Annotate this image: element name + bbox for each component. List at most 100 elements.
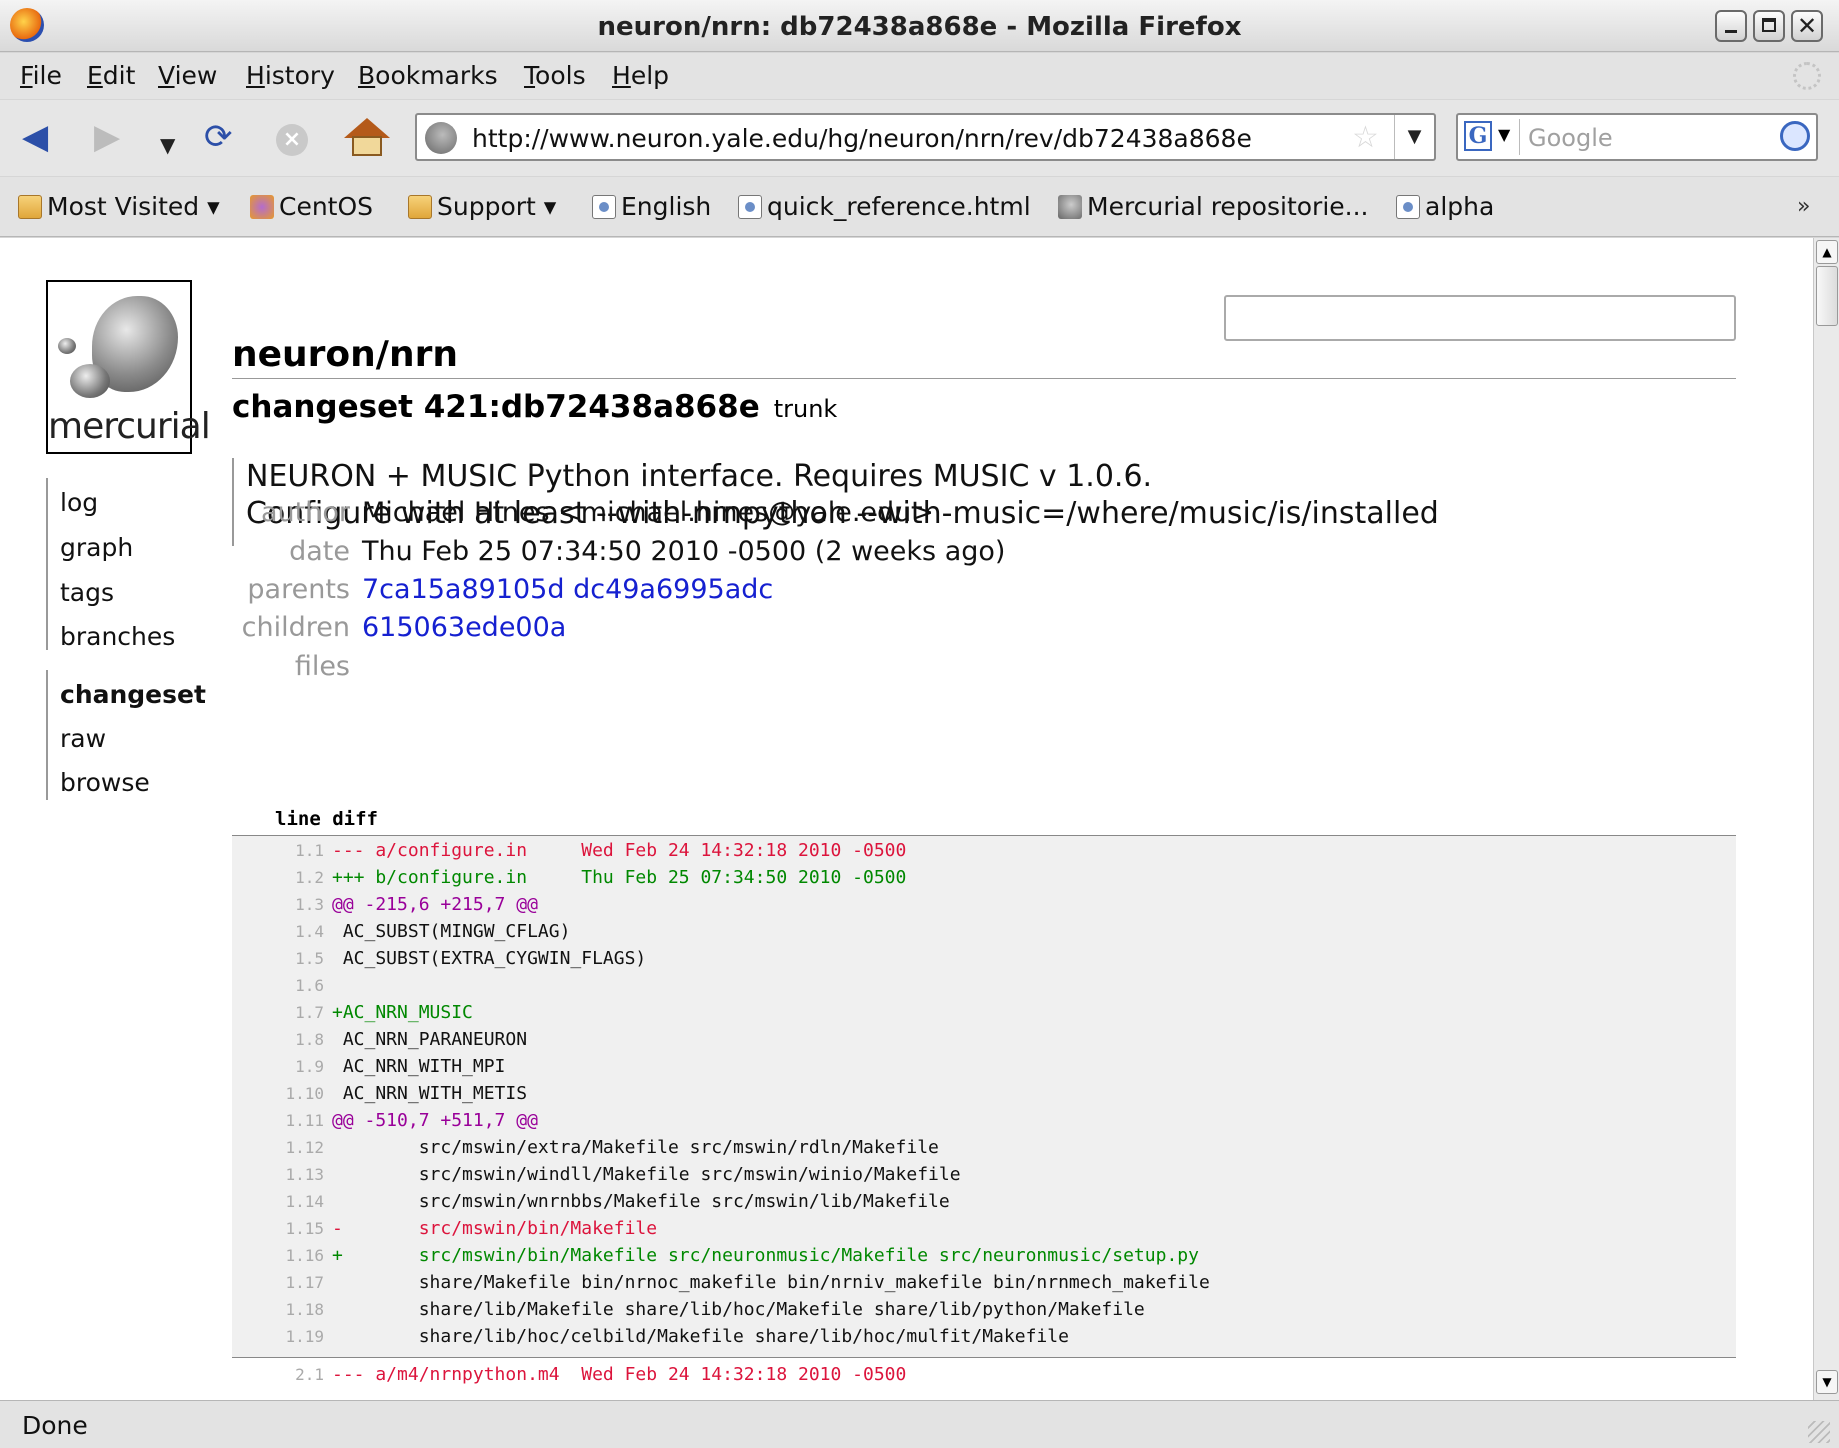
date-value: Thu Feb 25 07:34:50 2010 -0500 (2 weeks …: [362, 536, 1006, 567]
diff-line: 1.17 share/Makefile bin/nrnoc_makefile b…: [232, 1269, 1736, 1296]
title-bar: neuron/nrn: db72438a868e - Mozilla Firef…: [0, 0, 1839, 52]
diff-line: 1.4 AC_SUBST(MINGW_CFLAG): [232, 918, 1736, 945]
sidebar-item-branches[interactable]: branches: [60, 622, 175, 651]
diff-block: 1.1 --- a/configure.in Wed Feb 24 14:32:1…: [232, 835, 1736, 1358]
search-go-icon[interactable]: [1780, 121, 1810, 151]
diff-line-number[interactable]: 1.19: [232, 1323, 332, 1350]
diff-line-number[interactable]: 1.12: [232, 1134, 332, 1161]
home-icon[interactable]: [344, 118, 390, 158]
bookmark-quick-reference[interactable]: quick_reference.html: [738, 192, 1031, 221]
bookmark-centos[interactable]: CentOS: [250, 192, 373, 221]
children-value: 615063ede00a: [362, 612, 566, 643]
diff-line: 1.5 AC_SUBST(EXTRA_CYGWIN_FLAGS): [232, 945, 1736, 972]
sidebar-item-changeset[interactable]: changeset: [60, 680, 206, 709]
sidebar-nav-repo: log graph tags branches: [46, 478, 175, 651]
maximize-icon: [1762, 18, 1776, 32]
scroll-down-icon[interactable]: ▼: [1816, 1370, 1838, 1394]
sidebar-item-tags[interactable]: tags: [60, 578, 114, 607]
sidebar-item-browse[interactable]: browse: [60, 768, 150, 797]
search-engine-icon[interactable]: G ▼: [1462, 119, 1520, 155]
page-search-input[interactable]: [1224, 295, 1736, 341]
diff-line-number[interactable]: 1.17: [232, 1269, 332, 1296]
menu-help[interactable]: Help: [612, 61, 669, 90]
diff-line-number[interactable]: 1.11: [232, 1107, 332, 1134]
diff-line-number[interactable]: 1.5: [232, 945, 332, 972]
reload-icon[interactable]: ⟳: [204, 118, 233, 156]
bookmarks-overflow-icon[interactable]: »: [1797, 194, 1810, 219]
diff-line-number[interactable]: 1.1: [232, 837, 332, 864]
menu-file[interactable]: File: [20, 61, 62, 90]
diff-line-number[interactable]: 1.8: [232, 1026, 332, 1053]
sidebar-item-log[interactable]: log: [60, 488, 98, 517]
diff-line-number[interactable]: 1.10: [232, 1080, 332, 1107]
scroll-thumb[interactable]: [1816, 266, 1838, 326]
diff-line-number[interactable]: 1.6: [232, 972, 332, 999]
minimize-button[interactable]: [1715, 10, 1747, 42]
back-icon[interactable]: ◀: [22, 118, 48, 156]
maximize-button[interactable]: [1753, 10, 1785, 42]
sidebar-item-raw[interactable]: raw: [60, 724, 106, 753]
menu-edit[interactable]: Edit: [87, 61, 135, 90]
scroll-up-icon[interactable]: ▲: [1816, 240, 1838, 264]
parent-link[interactable]: dc49a6995adc: [573, 574, 773, 605]
diff-line-number[interactable]: 1.7: [232, 999, 332, 1026]
diff-line-number[interactable]: 1.18: [232, 1296, 332, 1323]
child-link[interactable]: 615063ede00a: [362, 612, 566, 643]
page-icon: [592, 195, 616, 219]
description-line: NEURON + MUSIC Python interface. Require…: [246, 459, 1153, 494]
parent-link[interactable]: 7ca15a89105d: [362, 574, 565, 605]
diff-line: 1.7 +AC_NRN_MUSIC: [232, 999, 1736, 1026]
star-icon[interactable]: ☆: [1352, 120, 1379, 155]
diff-line-number[interactable]: 1.3: [232, 891, 332, 918]
centos-icon: [250, 195, 274, 219]
diff-line-number[interactable]: 2.1: [232, 1361, 332, 1388]
diff-line-text: @@ -510,7 +511,7 @@: [332, 1110, 538, 1131]
status-bar: Done: [0, 1400, 1839, 1448]
diff-line-number[interactable]: 1.15: [232, 1215, 332, 1242]
url-text[interactable]: http://www.neuron.yale.edu/hg/neuron/nrn…: [472, 124, 1252, 153]
page-title[interactable]: neuron/nrn: [232, 334, 458, 375]
forward-icon[interactable]: ▶: [94, 118, 120, 156]
minimize-icon: [1725, 30, 1737, 33]
url-history-dropdown[interactable]: ▼: [1394, 115, 1434, 159]
diff-line-text: +AC_NRN_MUSIC: [332, 1002, 473, 1023]
diff-line: 1.10 AC_NRN_WITH_METIS: [232, 1080, 1736, 1107]
diff-line-text: share/Makefile bin/nrnoc_makefile bin/nr…: [332, 1272, 1210, 1293]
diff-line: 1.1 --- a/configure.in Wed Feb 24 14:32:1…: [232, 837, 1736, 864]
resize-grip-icon[interactable]: [1808, 1421, 1830, 1443]
vertical-scrollbar[interactable]: ▲ ▼: [1813, 238, 1839, 1400]
menu-history[interactable]: History: [246, 61, 335, 90]
close-button[interactable]: ✕: [1791, 10, 1823, 42]
diff-line-number[interactable]: 1.14: [232, 1188, 332, 1215]
bookmark-english[interactable]: English: [592, 192, 711, 221]
diff-line: 1.14 src/mswin/wnrnbbs/Makefile src/mswi…: [232, 1188, 1736, 1215]
bookmark-mercurial-repositories[interactable]: Mercurial repositorie...: [1058, 192, 1369, 221]
diff-line-text: AC_SUBST(EXTRA_CYGWIN_FLAGS): [332, 948, 647, 969]
bookmark-support[interactable]: Support ▾: [408, 192, 556, 221]
menu-bar: File Edit View History Bookmarks Tools H…: [0, 53, 1839, 99]
sidebar-item-graph[interactable]: graph: [60, 533, 133, 562]
diff-line-text: --- a/configure.in Wed Feb 24 14:32:18 2…: [332, 840, 907, 861]
diff-line-number[interactable]: 1.2: [232, 864, 332, 891]
url-bar[interactable]: http://www.neuron.yale.edu/hg/neuron/nrn…: [415, 113, 1436, 161]
diff-line-number[interactable]: 1.16: [232, 1242, 332, 1269]
page-icon: [1396, 195, 1420, 219]
menu-view[interactable]: View: [158, 61, 217, 90]
web-search-box[interactable]: G ▼ Google: [1456, 113, 1818, 161]
history-dropdown-icon[interactable]: ▼: [160, 126, 175, 164]
mercurial-logo[interactable]: mercurial: [46, 280, 211, 454]
diff-line: 1.11 @@ -510,7 +511,7 @@: [232, 1107, 1736, 1134]
bookmark-alpha[interactable]: alpha: [1396, 192, 1494, 221]
menu-tools[interactable]: Tools: [524, 61, 586, 90]
diff-line-number[interactable]: 1.4: [232, 918, 332, 945]
search-input[interactable]: Google: [1528, 124, 1613, 152]
children-label: children: [241, 612, 350, 643]
diff-line-number[interactable]: 1.9: [232, 1053, 332, 1080]
bookmark-most-visited[interactable]: Most Visited ▾: [18, 192, 220, 221]
diff-line-text: src/mswin/windll/Makefile src/mswin/wini…: [332, 1164, 961, 1185]
diff-line-text: @@ -215,6 +215,7 @@: [332, 894, 538, 915]
stop-icon[interactable]: ×: [276, 124, 308, 156]
diff-line-number[interactable]: 1.13: [232, 1161, 332, 1188]
diff-line-text: share/lib/Makefile share/lib/hoc/Makefil…: [332, 1299, 1145, 1320]
menu-bookmarks[interactable]: Bookmarks: [358, 61, 498, 90]
